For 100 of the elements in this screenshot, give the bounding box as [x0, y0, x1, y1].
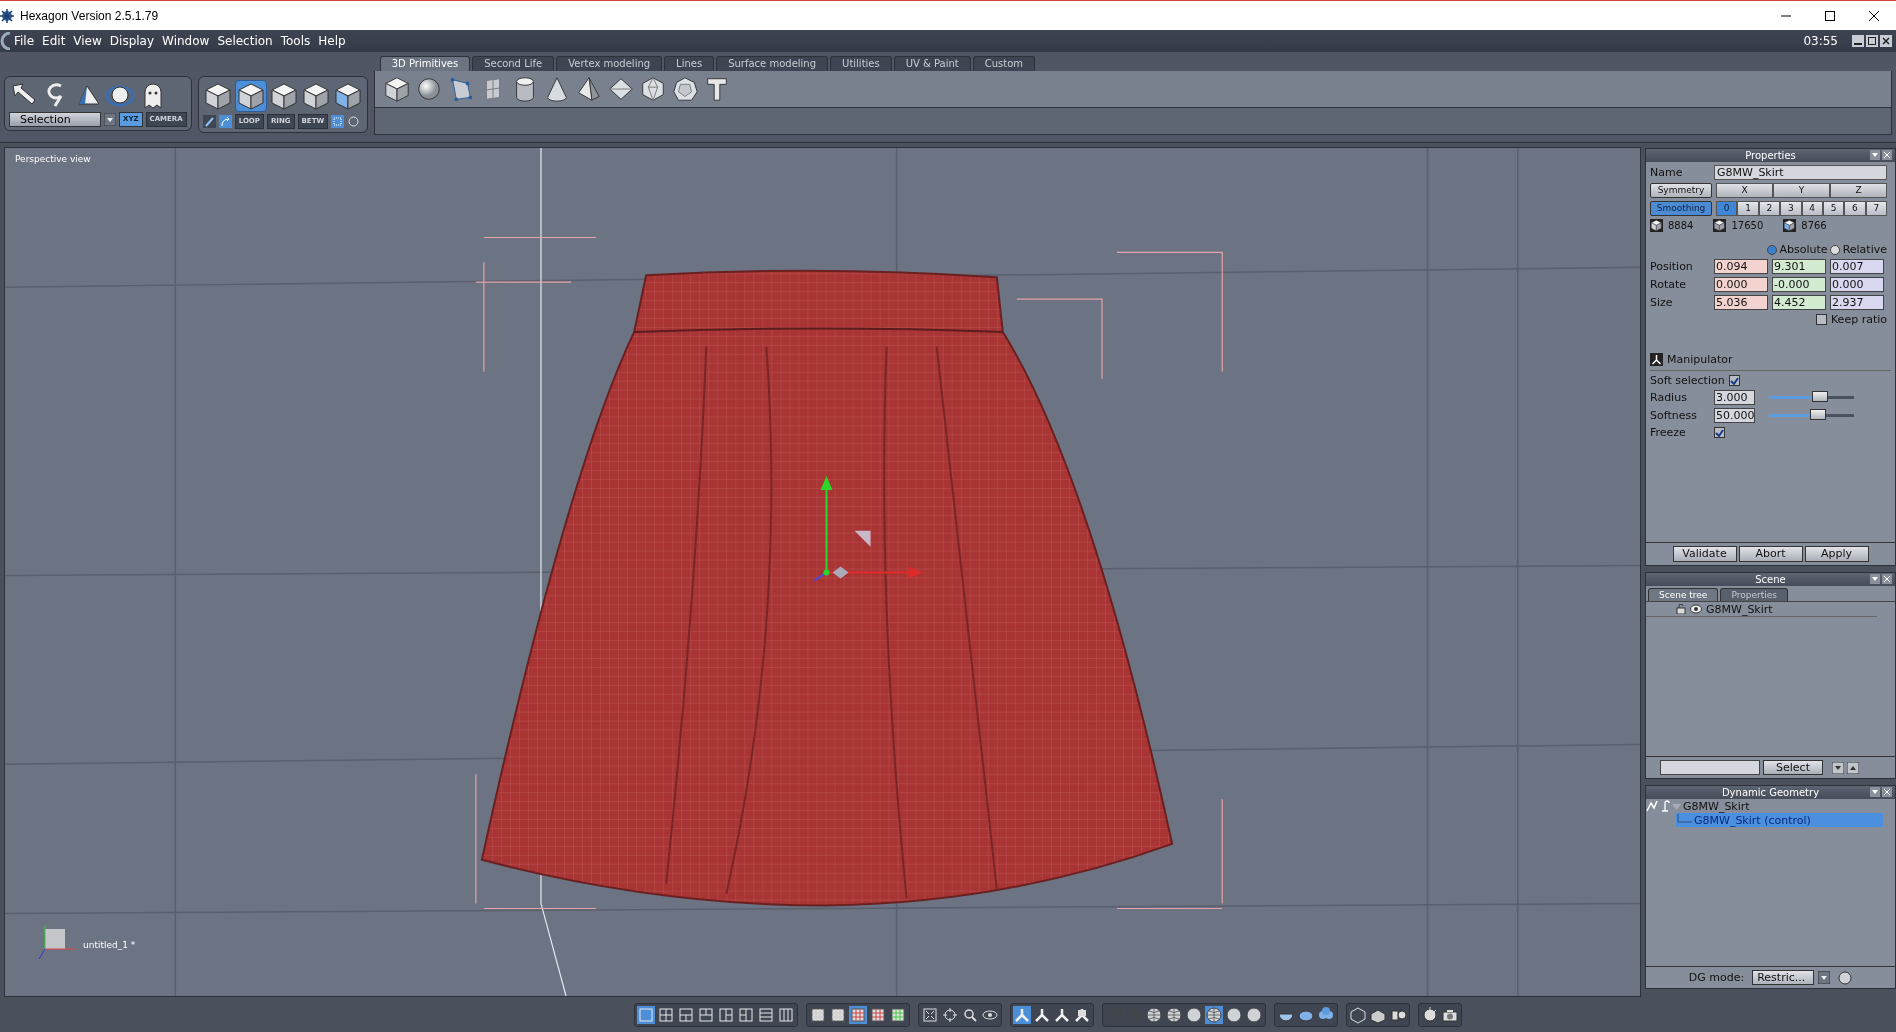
tab[interactable]: Second Life: [472, 56, 555, 71]
value-field[interactable]: 9.301: [1772, 259, 1826, 274]
shading-sphere-icon[interactable]: [1225, 1005, 1243, 1024]
layout-icon[interactable]: [657, 1005, 675, 1024]
collapse-icon[interactable]: [1870, 150, 1880, 160]
axis-button[interactable]: Y: [1773, 183, 1830, 198]
value-field[interactable]: -0.000: [1772, 277, 1826, 292]
grid-icon[interactable]: [869, 1005, 887, 1024]
layout-icon[interactable]: [677, 1005, 695, 1024]
action-button[interactable]: Abort: [1738, 546, 1803, 562]
tab[interactable]: UV & Paint: [893, 56, 971, 71]
curve-icon[interactable]: [1646, 800, 1658, 812]
name-field[interactable]: G8MW_Skirt: [1714, 165, 1887, 180]
slider-thumb[interactable]: [1812, 391, 1828, 402]
move-down-icon[interactable]: [1832, 761, 1844, 774]
value-field[interactable]: 0.000: [1830, 277, 1884, 292]
slider-thumb[interactable]: [1810, 409, 1827, 420]
close-icon[interactable]: [1880, 35, 1892, 47]
menu-item[interactable]: Display: [105, 34, 159, 48]
maximize-icon[interactable]: [1825, 10, 1835, 21]
menu-item[interactable]: Tools: [276, 34, 315, 48]
symmetry-button[interactable]: Symmetry: [1650, 183, 1712, 198]
checkbox-option[interactable]: Keep ratio: [1650, 313, 1887, 326]
tab[interactable]: Utilities: [830, 56, 892, 71]
shading-sphere-icon[interactable]: [1185, 1005, 1203, 1024]
value-field[interactable]: 5.036: [1714, 295, 1768, 310]
tab[interactable]: Properties: [1720, 588, 1788, 601]
minimize-icon[interactable]: [1852, 35, 1864, 47]
tree-item[interactable]: G8MW_Skirt: [1683, 799, 1750, 813]
layout-icon[interactable]: [777, 1005, 795, 1024]
collapse-icon[interactable]: [1870, 787, 1880, 797]
collapse-icon[interactable]: [1870, 574, 1880, 584]
target-icon[interactable]: [941, 1005, 959, 1024]
tab[interactable]: Lines: [664, 56, 715, 71]
value-field[interactable]: 0.000: [1714, 277, 1768, 292]
value-field[interactable]: 0.094: [1714, 259, 1768, 274]
layout-icon[interactable]: [717, 1005, 735, 1024]
value-field[interactable]: 4.452: [1772, 295, 1826, 310]
smoothing-button[interactable]: Smoothing: [1650, 201, 1712, 216]
curved-arrow-icon[interactable]: [218, 115, 232, 128]
value-field[interactable]: 50.000: [1714, 408, 1755, 423]
level-button[interactable]: 4: [1801, 201, 1823, 216]
value-field[interactable]: 2.937: [1830, 295, 1884, 310]
radio-option[interactable]: Absolute: [1766, 243, 1828, 256]
menu-item[interactable]: File: [10, 34, 39, 48]
select-button[interactable]: Select: [1763, 760, 1823, 775]
dropdown-caret-icon[interactable]: [104, 113, 116, 126]
menu-item[interactable]: Help: [314, 34, 350, 48]
dodecahedron-icon[interactable]: [670, 75, 699, 103]
menu-item[interactable]: View: [69, 34, 106, 48]
rectangle-select-icon[interactable]: [331, 115, 345, 128]
hook-icon[interactable]: [1660, 800, 1670, 812]
circle-select-icon[interactable]: [347, 115, 361, 128]
tab[interactable]: Custom: [972, 56, 1036, 71]
action-button[interactable]: Validate: [1672, 546, 1737, 562]
grid-icon[interactable]: [889, 1005, 907, 1024]
move-up-icon[interactable]: [1847, 761, 1859, 774]
checkbox[interactable]: [1728, 375, 1740, 386]
level-button[interactable]: 0: [1716, 201, 1738, 216]
action-button[interactable]: Apply: [1804, 546, 1869, 562]
grid-icon[interactable]: [829, 1005, 847, 1024]
lock-icon[interactable]: [1676, 604, 1686, 614]
auto-cube-icon[interactable]: [332, 81, 363, 111]
axis-button[interactable]: X: [1716, 183, 1773, 198]
search-field[interactable]: [1660, 760, 1760, 775]
layout-icon[interactable]: [737, 1005, 755, 1024]
vertex-cube-icon[interactable]: [300, 81, 331, 111]
level-button[interactable]: 5: [1822, 201, 1845, 216]
menu-item[interactable]: Window: [158, 34, 214, 48]
zoom-extents-icon[interactable]: [921, 1005, 939, 1024]
shading-sphere-icon[interactable]: [1205, 1005, 1223, 1024]
level-button[interactable]: 6: [1844, 201, 1866, 216]
tab[interactable]: Vertex modeling: [556, 56, 663, 71]
tab[interactable]: 3D Primitives: [379, 56, 471, 71]
layout-icon[interactable]: [757, 1005, 775, 1024]
shading-sphere-icon[interactable]: [1165, 1005, 1183, 1024]
shading-sphere-icon[interactable]: [1245, 1005, 1263, 1024]
maximize-icon[interactable]: [1866, 35, 1878, 47]
dropdown-caret-icon[interactable]: [1818, 971, 1831, 984]
radio-option[interactable]: Relative: [1829, 243, 1887, 256]
mode-dropdown[interactable]: Restric...: [1752, 970, 1815, 985]
checkbox[interactable]: [1714, 427, 1725, 438]
level-button[interactable]: 1: [1737, 201, 1759, 216]
selection-dropdown[interactable]: Selection: [9, 112, 101, 127]
face-cube-icon[interactable]: [235, 81, 266, 111]
sphere-icon[interactable]: [1838, 970, 1853, 985]
layout-icon[interactable]: [637, 1005, 655, 1024]
value-field[interactable]: 0.007: [1830, 259, 1884, 274]
level-button[interactable]: 7: [1865, 201, 1887, 216]
tab[interactable]: Surface modeling: [716, 56, 829, 71]
light-bulb-icon[interactable]: [1421, 1005, 1439, 1024]
layout-icon[interactable]: [697, 1005, 715, 1024]
menu-item[interactable]: Edit: [38, 34, 70, 48]
close-icon[interactable]: [1869, 10, 1879, 21]
grid-icon[interactable]: [809, 1005, 827, 1024]
brush-icon[interactable]: [202, 115, 216, 128]
wire-cube-icon[interactable]: [1349, 1005, 1367, 1024]
shading-sphere-icon[interactable]: [1145, 1005, 1163, 1024]
tree-item[interactable]: G8MW_Skirt (control): [1676, 813, 1883, 827]
scene-item[interactable]: G8MW_Skirt: [1706, 602, 1773, 616]
